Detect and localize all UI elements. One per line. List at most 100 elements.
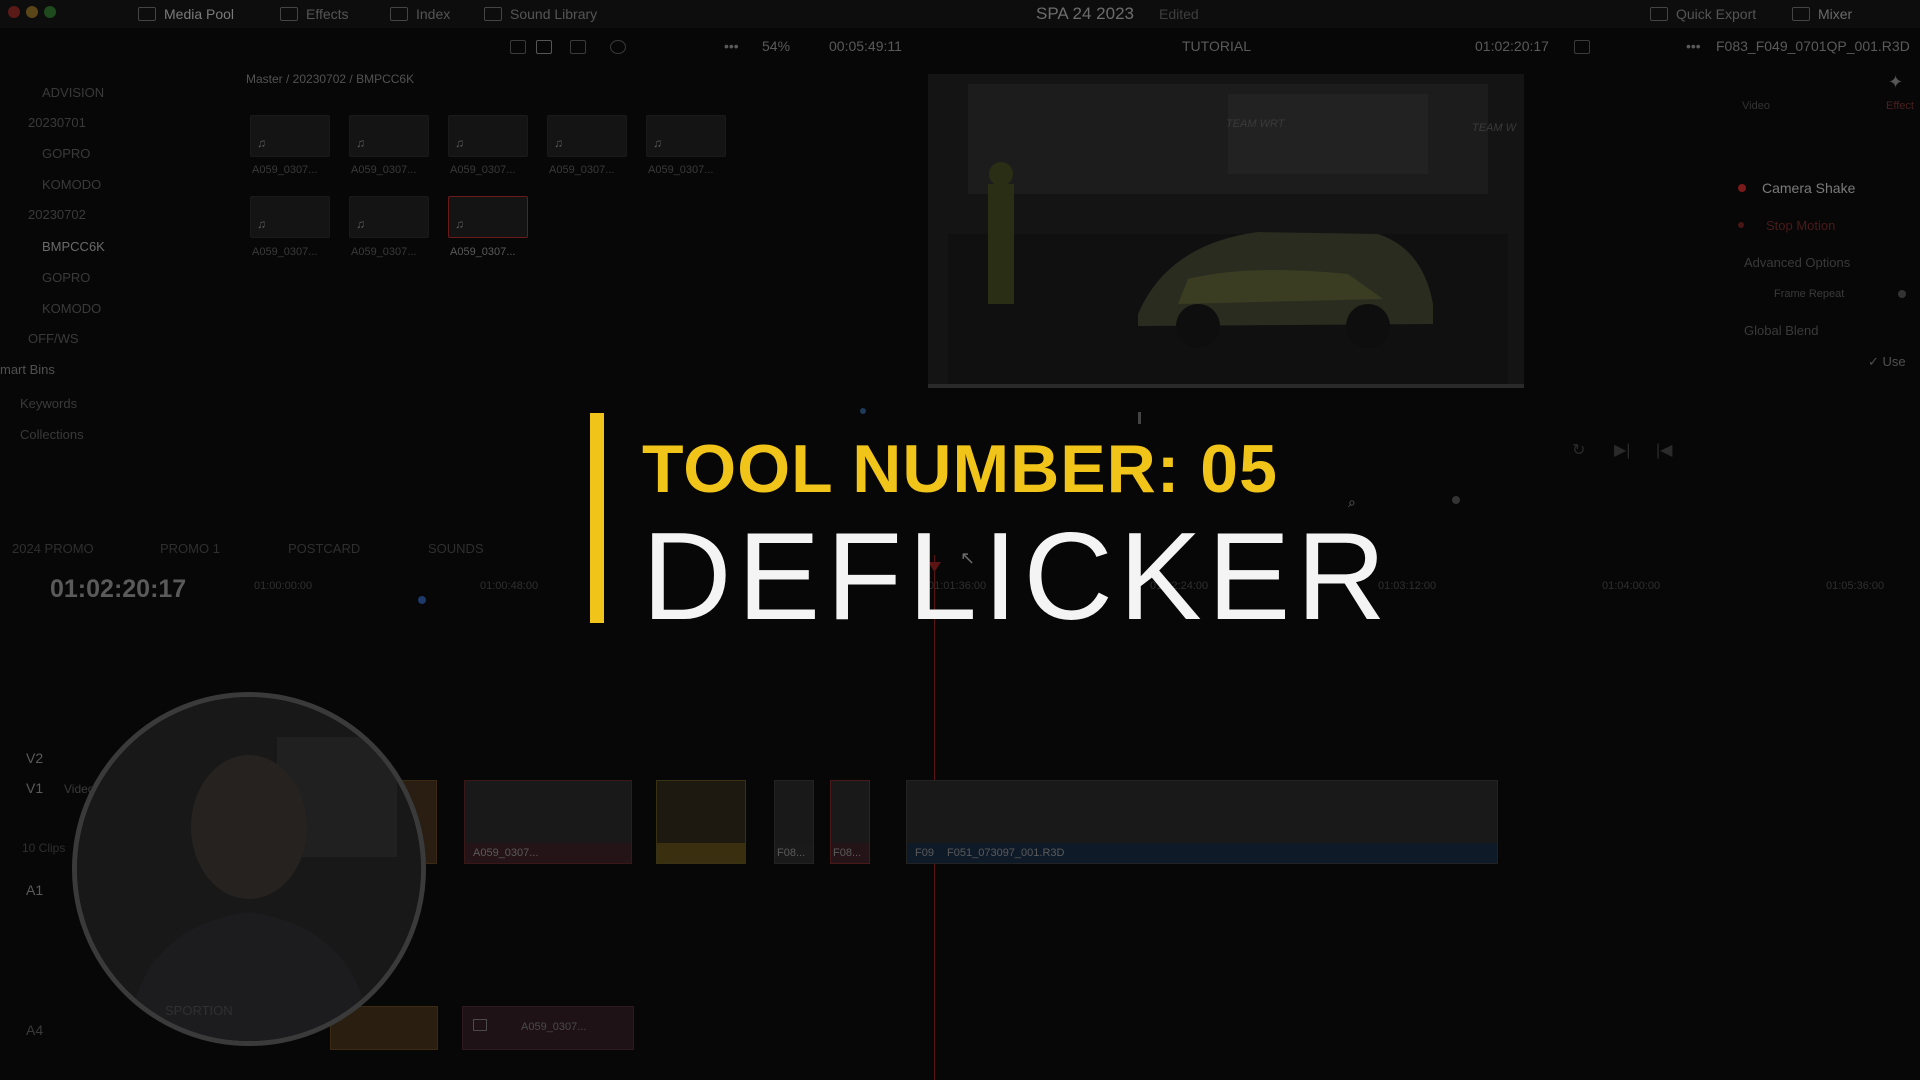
timeline-tab[interactable]: SOUNDS <box>428 541 484 556</box>
bin-item[interactable]: KOMODO <box>42 177 101 192</box>
zoom-level[interactable]: 54% <box>762 38 790 54</box>
frame-repeat-label: Frame Repeat <box>1774 288 1845 300</box>
stop-motion-effect[interactable]: Stop Motion <box>1766 218 1835 233</box>
timeline-zoom-dot[interactable] <box>1452 496 1460 504</box>
title-accent-bar <box>590 413 604 623</box>
mixer-button[interactable]: Mixer <box>1792 6 1852 22</box>
search-icon[interactable] <box>610 40 626 54</box>
timeline-tab[interactable]: POSTCARD <box>288 541 360 556</box>
index-label: Index <box>416 6 451 22</box>
global-blend-toggle[interactable]: Global Blend <box>1744 323 1818 338</box>
thumbnail-view-icon[interactable] <box>510 40 526 54</box>
clip-thumbnail[interactable]: ♫ <box>349 196 429 238</box>
advanced-options-toggle[interactable]: Advanced Options <box>1744 255 1850 270</box>
grid-view-icon[interactable] <box>536 40 552 54</box>
quick-export-button[interactable]: Quick Export <box>1650 6 1756 22</box>
bin-item[interactable]: ADVISION <box>42 85 104 100</box>
export-icon <box>1650 7 1668 21</box>
title-line-1: TOOL NUMBER: 05 <box>642 431 1278 507</box>
clip-label-full: F051_073097_001.R3D <box>947 847 1065 859</box>
audio-note-icon: ♫ <box>356 217 365 231</box>
effects-button[interactable]: Effects <box>280 6 349 22</box>
keywords-bin[interactable]: Keywords <box>20 396 77 411</box>
clip-thumbnail[interactable]: ♫ <box>547 115 627 157</box>
clip-label: A059_0307... <box>465 843 631 863</box>
clip-thumbnail[interactable]: ♫ <box>448 115 528 157</box>
media-pool-label: Media Pool <box>164 6 235 22</box>
bin-item-selected[interactable]: BMPCC6K <box>42 239 105 254</box>
webcam-overlay: SPORTION <box>72 692 426 1046</box>
collections-bin[interactable]: Collections <box>20 427 84 442</box>
list-view-icon[interactable] <box>570 40 586 54</box>
use-checkbox[interactable]: ✓ Use <box>1868 354 1906 370</box>
camera-shake-effect[interactable]: Camera Shake <box>1762 180 1855 196</box>
next-frame-icon[interactable]: ▶| <box>1614 440 1630 460</box>
sound-library-label: Sound Library <box>510 6 598 22</box>
clip-label: F08... <box>831 843 869 863</box>
breadcrumb: Master / 20230702 / BMPCC6K <box>246 72 415 86</box>
mixer-icon <box>1792 7 1810 21</box>
frame-repeat-control[interactable] <box>1898 290 1906 298</box>
timeline-clip[interactable]: F09 F051_073097_001.R3D <box>906 780 1498 864</box>
track-v1-label[interactable]: V1 <box>26 780 43 796</box>
ruler-timecode: 01:00:00:00 <box>254 580 313 592</box>
audio-note-icon: ♫ <box>455 136 464 150</box>
more-options-icon[interactable]: ••• <box>724 38 739 54</box>
clip-name: A059_0307... <box>549 164 615 176</box>
effect-enabled-dot[interactable] <box>1738 184 1746 192</box>
sound-library-icon <box>484 7 502 21</box>
viewer-sign-text: TEAM WRT <box>1226 118 1285 130</box>
inspector-effects-tab[interactable]: Effect <box>1886 100 1914 112</box>
audio-note-icon: ♫ <box>554 136 563 150</box>
bin-item[interactable]: 20230701 <box>28 115 86 130</box>
timeline-clip[interactable]: F08... <box>830 780 870 864</box>
bin-item[interactable]: KOMODO <box>42 301 101 316</box>
timeline-marker[interactable] <box>418 596 426 604</box>
clip-thumbnail[interactable]: ♫ <box>349 115 429 157</box>
maximize-window-button[interactable] <box>44 6 56 18</box>
minimize-window-button[interactable] <box>26 6 38 18</box>
timeline-tab[interactable]: 2024 PROMO <box>12 541 94 556</box>
index-button[interactable]: Index <box>390 6 450 22</box>
clip-name: F083_F049_0701QP_001.R3D <box>1716 38 1910 54</box>
media-pool-button[interactable]: Media Pool <box>138 6 234 22</box>
presenter-silhouette: SPORTION <box>77 697 421 1041</box>
bin-item[interactable]: GOPRO <box>42 146 90 161</box>
sound-library-button[interactable]: Sound Library <box>484 6 597 22</box>
timeline-clip[interactable]: F08... <box>774 780 814 864</box>
timeline-name[interactable]: TUTORIAL <box>1182 38 1251 54</box>
clip-name: A059_0307... <box>450 246 516 258</box>
clip-thumbnail[interactable]: ♫ <box>250 196 330 238</box>
track-v2-label[interactable]: V2 <box>26 750 43 766</box>
viewer-scrubber-handle[interactable] <box>1138 412 1141 424</box>
scrubber-marker[interactable] <box>860 408 866 414</box>
bin-item[interactable]: GOPRO <box>42 270 90 285</box>
inspector-video-tab[interactable]: Video <box>1742 100 1770 112</box>
mixer-label: Mixer <box>1818 6 1853 22</box>
bin-item[interactable]: OFF/WS <box>28 331 79 346</box>
loop-icon[interactable]: ↻ <box>1572 440 1585 460</box>
clip-label-short: F09 <box>915 847 934 859</box>
clip-thumbnail-selected[interactable]: ♫ <box>448 196 528 238</box>
viewer-sign-text: TEAM W <box>1472 122 1516 134</box>
track-a4-label[interactable]: A4 <box>26 1022 43 1038</box>
more-options-icon-2[interactable]: ••• <box>1686 38 1701 54</box>
timeline-clip[interactable]: A059_0307... <box>464 780 632 864</box>
viewer-options-icon[interactable] <box>1574 40 1590 54</box>
title-line-2: DEFLICKER <box>642 508 1392 646</box>
effects-wand-icon[interactable]: ✦ <box>1888 72 1903 93</box>
check-icon: ✓ <box>1868 354 1879 369</box>
audio-note-icon: ♫ <box>257 217 266 231</box>
clip-thumbnail[interactable]: ♫ <box>250 115 330 157</box>
smart-bins-header[interactable]: mart Bins <box>0 362 55 377</box>
previous-frame-icon[interactable]: |◀ <box>1656 440 1672 460</box>
timeline-tab[interactable]: PROMO 1 <box>160 541 220 556</box>
bin-item[interactable]: 20230702 <box>28 207 86 222</box>
close-window-button[interactable] <box>8 6 20 18</box>
audio-clip[interactable]: A059_0307... <box>462 1006 634 1050</box>
clip-thumbnail[interactable]: ♫ <box>646 115 726 157</box>
track-a1-label[interactable]: A1 <box>26 882 43 898</box>
timeline-clip[interactable] <box>656 780 746 864</box>
project-status: Edited <box>1159 6 1199 22</box>
effect-enabled-dot[interactable] <box>1738 222 1744 228</box>
